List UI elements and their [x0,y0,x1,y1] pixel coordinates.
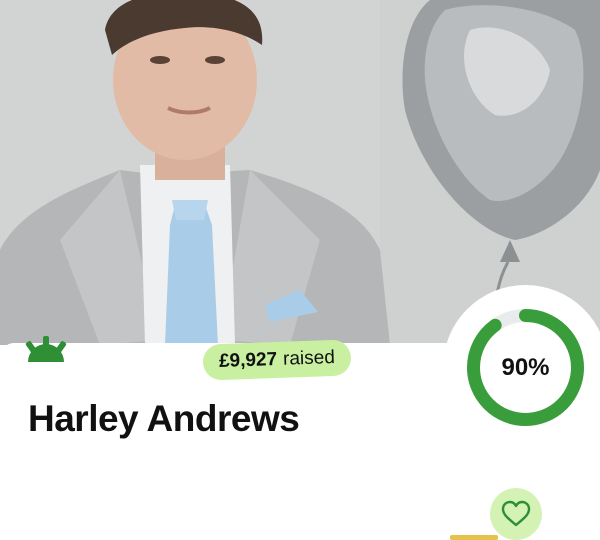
progress-percent: 90% [501,353,550,381]
heart-icon [501,500,531,527]
amount-raised-value: £9,927 [218,349,278,373]
progress-indicator: 90% [443,285,600,450]
fundraiser-name: Harley Andrews [28,398,300,439]
favourite-button[interactable] [490,488,542,540]
charity-logo-icon [25,336,67,362]
bottom-accent-bar [450,535,498,540]
amount-raised-label: raised [282,346,336,370]
amount-raised-badge: £9,927 raised [202,339,352,381]
